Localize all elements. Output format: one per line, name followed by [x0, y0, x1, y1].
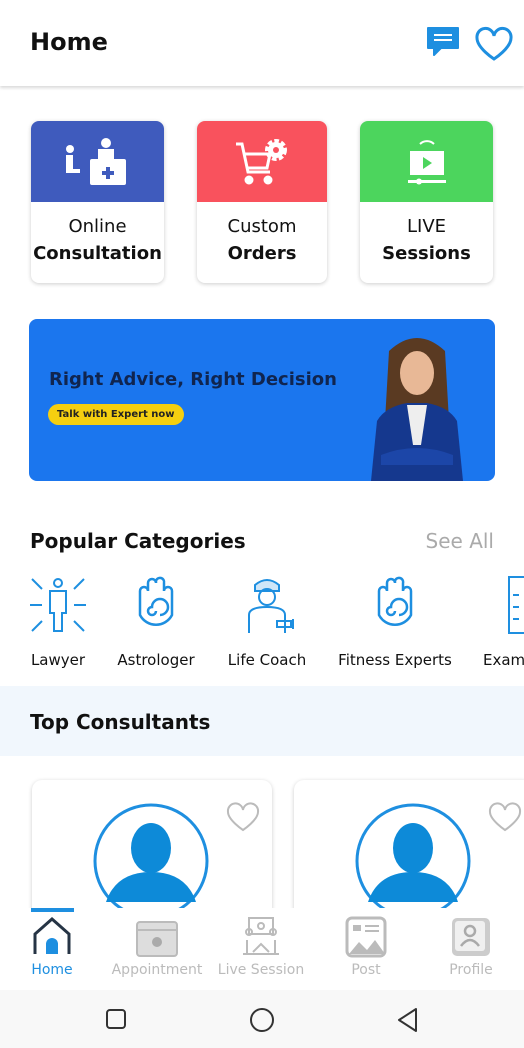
category-label: Fitness Experts — [338, 651, 452, 669]
bottom-navigation: Home Appointment Live Session Post Profi… — [0, 908, 524, 990]
post-icon — [345, 916, 387, 958]
chat-icon[interactable] — [425, 25, 463, 61]
talk-with-expert-button[interactable]: Talk with Expert now — [48, 404, 184, 425]
tile-online-consultation[interactable]: Online Consultation — [31, 121, 164, 283]
avatar-placeholder-icon — [93, 803, 209, 919]
lawyer-icon — [30, 578, 86, 632]
hand-spiral-icon — [377, 576, 413, 626]
nav-label: Profile — [449, 962, 493, 978]
avatar-placeholder-icon — [355, 803, 471, 919]
nav-label: Home — [31, 962, 73, 978]
nav-profile[interactable]: Profile — [419, 908, 523, 978]
tile-label-bold: Orders — [227, 243, 297, 264]
category-label: Exam — [483, 651, 524, 669]
tile-custom-orders[interactable]: Custom Orders — [197, 121, 327, 283]
heart-icon[interactable] — [474, 26, 514, 62]
checklist-icon — [508, 576, 524, 634]
banner-headline: Right Advice, Right Decision — [49, 369, 337, 390]
page-title: Home — [30, 28, 108, 56]
live-stream-icon — [360, 121, 493, 202]
home-icon — [33, 916, 71, 954]
top-consultants-header: Top Consultants — [0, 686, 524, 756]
favorite-heart-icon[interactable] — [226, 802, 260, 832]
nav-label: Post — [351, 962, 381, 978]
live-session-icon — [243, 917, 279, 955]
nav-label: Appointment — [111, 962, 203, 978]
nav-post[interactable]: Post — [314, 908, 418, 978]
back-triangle-icon[interactable] — [396, 1007, 420, 1033]
tile-live-sessions[interactable]: LIVE Sessions — [360, 121, 493, 283]
tile-label: Online — [68, 216, 127, 237]
category-label: Life Coach — [227, 651, 307, 669]
tile-label: Custom — [227, 216, 297, 237]
favorite-heart-icon[interactable] — [488, 802, 522, 832]
home-circle-icon[interactable] — [249, 1007, 275, 1033]
popular-categories-title: Popular Categories — [30, 529, 246, 553]
hand-spiral-icon — [138, 576, 174, 626]
nav-label: Live Session — [217, 962, 305, 978]
category-life-coach[interactable]: Life Coach — [227, 575, 307, 669]
cart-gear-icon — [197, 121, 327, 202]
profile-icon — [452, 918, 490, 956]
recents-square-icon[interactable] — [105, 1008, 127, 1030]
promo-banner[interactable]: Right Advice, Right Decision Talk with E… — [29, 319, 495, 481]
expert-woman-image — [371, 338, 463, 481]
top-consultants-title: Top Consultants — [30, 710, 211, 734]
nav-home[interactable]: Home — [0, 908, 104, 978]
category-lawyer[interactable]: Lawyer — [28, 575, 88, 669]
tile-label: LIVE — [406, 216, 447, 237]
category-fitness-experts[interactable]: Fitness Experts — [336, 575, 454, 669]
app-header: Home — [0, 0, 524, 86]
category-label: Astrologer — [117, 651, 195, 669]
coach-icon — [248, 579, 294, 633]
category-astrologer[interactable]: Astrologer — [116, 575, 196, 669]
consultation-icon — [31, 121, 164, 202]
tile-label-bold: Sessions — [382, 243, 471, 264]
nav-live-session[interactable]: Live Session — [209, 908, 313, 978]
tile-label-bold: Consultation — [33, 243, 162, 264]
calendar-icon — [136, 921, 178, 957]
nav-appointment[interactable]: Appointment — [105, 908, 209, 978]
category-label: Lawyer — [30, 651, 86, 669]
category-exam[interactable]: Exam — [483, 575, 524, 669]
system-navigation-bar — [0, 990, 524, 1048]
see-all-link[interactable]: See All — [426, 529, 494, 553]
